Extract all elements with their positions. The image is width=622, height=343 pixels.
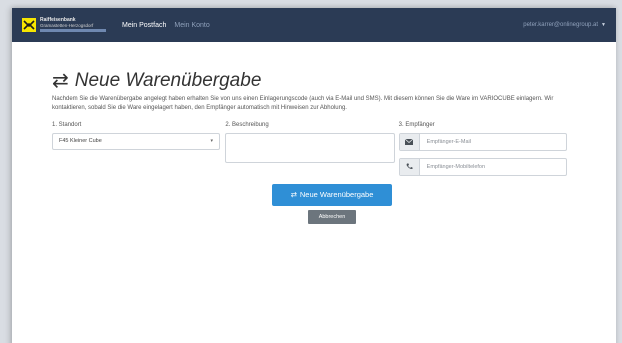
- beschreibung-textarea[interactable]: [225, 132, 396, 163]
- phone-icon: [399, 158, 420, 175]
- brand-location: Gramastetten-Herzogsdorf: [40, 22, 94, 28]
- top-navbar: Raiffeisenbank Gramastetten-Herzogsdorf …: [12, 8, 616, 42]
- standort-column: 1. Standort F45 Kleiner Cube ▾: [52, 122, 225, 183]
- empfaenger-label: 3. Empfänger: [398, 121, 435, 128]
- abbrechen-button[interactable]: Abbrechen: [308, 209, 356, 224]
- neue-warenuebergabe-button[interactable]: ⇄ Neue Warenübergabe: [272, 183, 392, 206]
- caret-down-icon: ▼: [601, 22, 606, 28]
- user-menu[interactable]: peter.karrer@onlinegroup.at ▼: [523, 22, 606, 28]
- standort-select[interactable]: F45 Kleiner Cube ▾: [52, 132, 220, 150]
- browser-window: Raiffeisenbank Gramastetten-Herzogsdorf …: [12, 8, 616, 343]
- brand-bar: [40, 29, 106, 33]
- main-content: ⇄ Neue Warenübergabe Nachdem Sie die War…: [12, 42, 572, 224]
- exchange-arrows-icon: ⇄: [52, 70, 69, 92]
- exchange-arrows-icon: ⇄: [290, 190, 297, 200]
- standort-selected-value: F45 Kleiner Cube: [59, 138, 102, 145]
- brand[interactable]: Raiffeisenbank Gramastetten-Herzogsdorf: [22, 16, 106, 33]
- chevron-down-icon: ▾: [210, 138, 213, 145]
- standort-label: 1. Standort: [52, 121, 82, 128]
- intro-text: Nachdem Sie die Warenübergabe angelegt h…: [52, 96, 554, 112]
- empfaenger-email-field[interactable]: Empfänger-E-Mail: [420, 134, 566, 150]
- page-title-text: Neue Warenübergabe: [74, 70, 262, 91]
- submit-button-label: Neue Warenübergabe: [299, 190, 374, 200]
- phone-input-group: Empfänger-Mobiltelefon: [398, 157, 567, 176]
- empfaenger-column: 3. Empfänger Empfänger-E-Mail Empfänger-…: [398, 121, 572, 183]
- form-row: 1. Standort F45 Kleiner Cube ▾ 2. Beschr…: [52, 122, 572, 183]
- empfaenger-phone-field[interactable]: Empfänger-Mobiltelefon: [420, 159, 566, 175]
- page-title: ⇄ Neue Warenübergabe: [52, 70, 572, 92]
- email-input-group: Empfänger-E-Mail: [398, 132, 567, 151]
- form-actions: ⇄ Neue Warenübergabe Abbrechen: [52, 183, 612, 224]
- raiffeisen-logo-icon: [22, 18, 36, 32]
- nav-link-mein-konto[interactable]: Mein Konto: [174, 22, 209, 29]
- brand-name: Raiffeisenbank: [40, 16, 76, 23]
- nav-link-mein-postfach[interactable]: Mein Postfach: [122, 22, 166, 29]
- beschreibung-column: 2. Beschreibung: [225, 122, 398, 183]
- beschreibung-label: 2. Beschreibung: [225, 121, 269, 128]
- brand-text: Raiffeisenbank Gramastetten-Herzogsdorf: [40, 16, 106, 33]
- user-email: peter.karrer@onlinegroup.at: [523, 22, 599, 28]
- envelope-icon: [399, 133, 420, 150]
